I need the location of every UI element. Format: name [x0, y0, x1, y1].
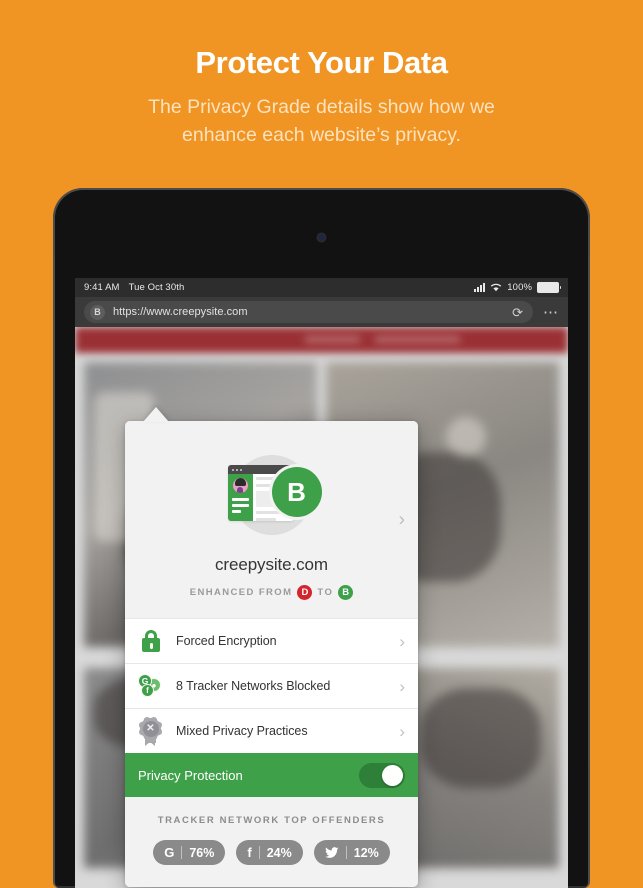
site-name: creepysite.com [215, 555, 328, 574]
status-time: 9:41 AM [84, 282, 120, 293]
privacy-grade-popover: B creepysite.com ENHANCED FROM D TO B › [125, 421, 418, 887]
privacy-protection-row[interactable]: Privacy Protection [125, 753, 418, 797]
offender-percent: 12% [353, 845, 379, 860]
popover-row-privacy-practices[interactable]: ✕ Mixed Privacy Practices › [125, 708, 418, 753]
battery-full-icon [537, 282, 561, 293]
google-icon: G [164, 845, 175, 860]
offender-percent: 76% [189, 845, 215, 860]
illustration-profile-lines [231, 498, 249, 516]
status-bar: 9:41 AM Tue Oct 30th 100% [75, 278, 568, 297]
facebook-icon: f [141, 684, 154, 697]
enhanced-prefix-label: ENHANCED FROM [189, 587, 293, 598]
privacy-protection-label: Privacy Protection [138, 767, 243, 783]
twitter-icon [324, 847, 339, 858]
privacy-grade-illustration: B [220, 447, 324, 551]
promo-header: Protect Your Data The Privacy Grade deta… [0, 0, 643, 149]
popover-row-trackers-blocked[interactable]: ● G f 8 Tracker Networks Blocked › [125, 663, 418, 708]
pill-divider [345, 846, 347, 859]
facebook-icon: f [247, 845, 252, 860]
popover-pointer [143, 407, 169, 422]
privacy-protection-toggle[interactable] [359, 762, 405, 788]
offender-pill-facebook[interactable]: f 24% [236, 840, 303, 865]
tracker-networks-icon: ● G f [138, 673, 164, 699]
offender-pill-twitter[interactable]: 12% [313, 840, 390, 865]
privacy-practices-badge-icon: ✕ [138, 718, 164, 746]
front-camera-icon [318, 234, 325, 241]
reload-icon[interactable]: ⟳ [512, 306, 523, 319]
chevron-right-icon[interactable]: › [399, 723, 405, 740]
more-options-icon[interactable]: ⋯ [533, 305, 559, 320]
privacy-grade-badge: B [271, 467, 322, 517]
tablet-device: 9:41 AM Tue Oct 30th 100% B https://www.… [53, 188, 590, 888]
status-date: Tue Oct 30th [128, 282, 185, 293]
avatar [232, 478, 248, 493]
popover-header[interactable]: B creepysite.com ENHANCED FROM D TO B › [125, 421, 418, 618]
tracker-offenders-list: G 76% f 24% 12% [125, 840, 418, 865]
browser-url-bar: B https://www.creepysite.com ⟳ ⋯ [75, 297, 568, 327]
tracker-offenders-section: TRACKER NETWORK TOP OFFENDERS G 76% f 24… [125, 797, 418, 887]
pill-divider [258, 846, 260, 859]
popover-row-forced-encryption[interactable]: Forced Encryption › [125, 618, 418, 663]
url-input[interactable]: B https://www.creepysite.com ⟳ [84, 301, 533, 323]
chevron-right-icon[interactable]: › [399, 633, 405, 650]
row-label: Mixed Privacy Practices [176, 724, 308, 738]
offender-percent: 24% [266, 845, 292, 860]
grade-after-badge: B [338, 585, 354, 600]
battery-percent: 100% [507, 282, 532, 293]
lock-icon [138, 628, 164, 654]
enhanced-grade-summary: ENHANCED FROM D TO B [125, 585, 418, 600]
privacy-grade-chip[interactable]: B [90, 304, 105, 320]
toggle-knob [382, 764, 403, 786]
row-label: 8 Tracker Networks Blocked [176, 679, 331, 693]
chevron-right-icon[interactable]: › [399, 510, 405, 529]
offender-pill-google[interactable]: G 76% [153, 840, 226, 865]
device-screen: 9:41 AM Tue Oct 30th 100% B https://www.… [75, 278, 568, 888]
illustration-profile-panel [227, 474, 253, 521]
webpage-nav-bar [75, 327, 568, 353]
pill-divider [181, 846, 183, 859]
url-text: https://www.creepysite.com [113, 306, 248, 318]
page-title: Protect Your Data [195, 45, 448, 80]
enhanced-join-label: TO [317, 587, 334, 598]
grade-before-badge: D [297, 585, 313, 600]
page-subtitle: The Privacy Grade details show how we en… [148, 96, 495, 146]
status-indicators: 100% [474, 282, 561, 293]
chevron-right-icon[interactable]: › [399, 678, 405, 695]
tracker-offenders-title: TRACKER NETWORK TOP OFFENDERS [157, 815, 386, 826]
cellular-signal-icon [474, 283, 486, 292]
row-label: Forced Encryption [176, 634, 277, 648]
wifi-icon [491, 283, 502, 292]
